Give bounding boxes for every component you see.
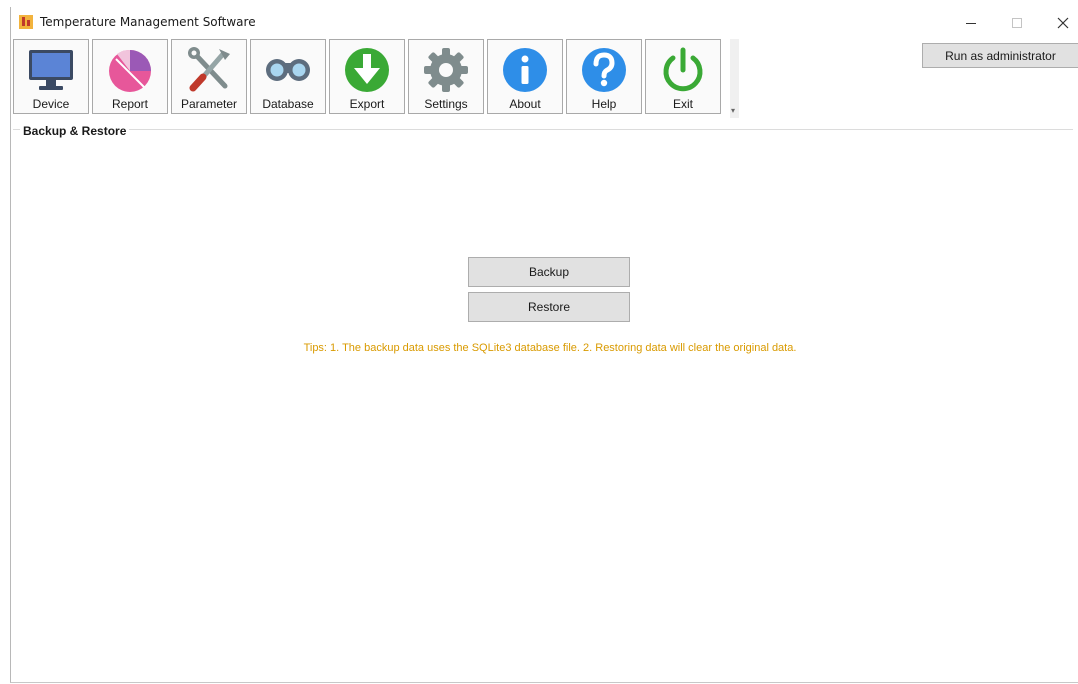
toolbar-report-label: Report: [111, 97, 149, 111]
toolbar-export-button[interactable]: Export: [329, 39, 405, 114]
minimize-icon: [966, 23, 976, 24]
toolbar-exit-button[interactable]: Exit: [645, 39, 721, 114]
toolbar-report-button[interactable]: Report: [92, 39, 168, 114]
toolbar-settings-label: Settings: [424, 97, 468, 111]
toolbar-exit-label: Exit: [672, 97, 693, 111]
maximize-button[interactable]: [994, 9, 1040, 37]
backup-button[interactable]: Backup: [468, 257, 630, 287]
toolbar-database-button[interactable]: Database: [250, 39, 326, 114]
toolbar-parameter-button[interactable]: Parameter: [171, 39, 247, 114]
main-toolbar: Device Report Parameter Database Export …: [13, 39, 739, 116]
tools-icon: [188, 47, 230, 92]
toolbar-device-button[interactable]: Device: [13, 39, 89, 114]
gear-icon: [424, 48, 468, 92]
help-icon: [582, 48, 626, 92]
toolbar-database-label: Database: [262, 97, 314, 111]
toolbar-about-button[interactable]: About: [487, 39, 563, 114]
toolbar-parameter-label: Parameter: [180, 97, 238, 111]
close-button[interactable]: [1040, 9, 1078, 37]
toolbar-settings-button[interactable]: Settings: [408, 39, 484, 114]
toolbar-about-label: About: [509, 97, 541, 111]
toolbar-help-button[interactable]: Help: [566, 39, 642, 114]
export-arrow-icon: [345, 48, 389, 92]
tips-text: Tips: 1. The backup data uses the SQLite…: [303, 342, 797, 354]
maximize-icon: [1012, 18, 1022, 28]
toolbar-export-label: Export: [349, 97, 385, 111]
title-bar: Temperature Management Software: [11, 7, 1078, 38]
run-as-administrator-button[interactable]: Run as administrator: [922, 43, 1078, 68]
toolbar-device-label: Device: [32, 97, 70, 111]
toolbar-overflow-icon[interactable]: ▾: [731, 106, 735, 115]
monitor-icon: [29, 50, 73, 90]
close-icon: [1057, 17, 1069, 29]
minimize-button[interactable]: [948, 9, 994, 37]
window-title: Temperature Management Software: [40, 15, 256, 29]
power-icon: [663, 47, 703, 92]
restore-button[interactable]: Restore: [468, 292, 630, 322]
app-logo-icon: [19, 15, 33, 29]
toolbar-help-label: Help: [591, 97, 617, 111]
info-icon: [503, 48, 547, 92]
group-title: Backup & Restore: [20, 124, 130, 138]
main-window: Temperature Management Software Device R…: [10, 7, 1078, 683]
pie-chart-icon: [109, 49, 151, 92]
backup-restore-group: [13, 129, 1073, 678]
binoculars-icon: [266, 59, 310, 81]
